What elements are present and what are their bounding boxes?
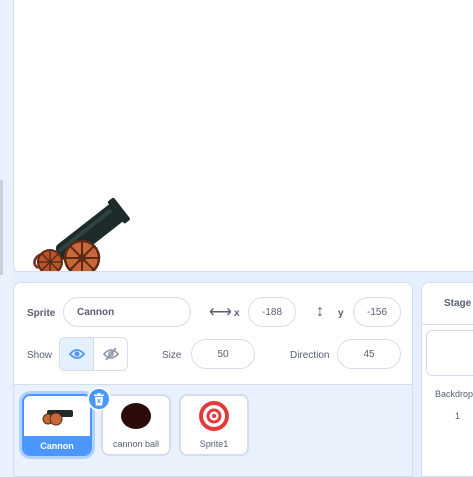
stage-canvas[interactable]: [13, 0, 473, 272]
sprite-tile-name: Cannon: [24, 436, 90, 454]
x-arrows-icon: ⟷: [209, 304, 232, 321]
cannon-ball-icon: [121, 403, 151, 429]
scrollbar[interactable]: [0, 180, 3, 275]
cannon-sprite[interactable]: [28, 192, 132, 272]
x-label: x: [234, 308, 240, 319]
backdrops-count: 1: [455, 411, 461, 421]
left-strip: [0, 0, 13, 477]
cannon-icon: [42, 410, 73, 426]
size-input[interactable]: 50: [191, 339, 255, 369]
stage-selector-panel[interactable]: Stage Backdrops 1: [421, 282, 473, 477]
sprite-label: Sprite: [27, 308, 56, 319]
sprite-tile-name: cannon ball: [112, 439, 160, 449]
sprite-tile-cannon-ball[interactable]: cannon ball: [101, 394, 171, 456]
stage-thumbnail[interactable]: [426, 330, 473, 376]
show-visible-button[interactable]: [60, 338, 94, 370]
sprite-tile-name: Sprite1: [199, 439, 229, 449]
sprite-list: Cannon cannon ball Sprite1: [14, 384, 412, 476]
cannon-thumbnail: [24, 396, 90, 436]
show-label: Show: [27, 350, 53, 361]
show-toggle: [59, 337, 128, 371]
show-hidden-button[interactable]: [94, 338, 127, 370]
stage-header: Stage: [422, 283, 473, 325]
target-icon: [199, 401, 229, 431]
backdrops-label: Backdrops: [435, 389, 473, 399]
target-thumbnail: [181, 396, 247, 436]
sprite-info: Sprite Cannon ⟷ x -188 ↕ y -156 Show Siz…: [14, 283, 412, 384]
y-arrows-icon: ↕: [316, 303, 324, 320]
delete-sprite-button[interactable]: [87, 387, 111, 411]
x-input[interactable]: -188: [248, 297, 296, 327]
y-label: y: [338, 308, 344, 319]
eye-icon: [68, 349, 85, 359]
trash-icon: [94, 392, 104, 405]
eye-slash-icon: [102, 347, 119, 361]
sprite-info-panel: Sprite Cannon ⟷ x -188 ↕ y -156 Show Siz…: [13, 282, 413, 477]
sprite-tile-cannon[interactable]: Cannon: [22, 394, 92, 456]
y-input[interactable]: -156: [353, 297, 401, 327]
cannon-ball-thumbnail: [103, 396, 169, 436]
direction-input[interactable]: 45: [337, 339, 401, 369]
sprite-name-input[interactable]: Cannon: [63, 297, 191, 327]
direction-label: Direction: [290, 350, 330, 361]
sprite-tile-sprite1[interactable]: Sprite1: [179, 394, 249, 456]
size-label: Size: [162, 350, 182, 361]
